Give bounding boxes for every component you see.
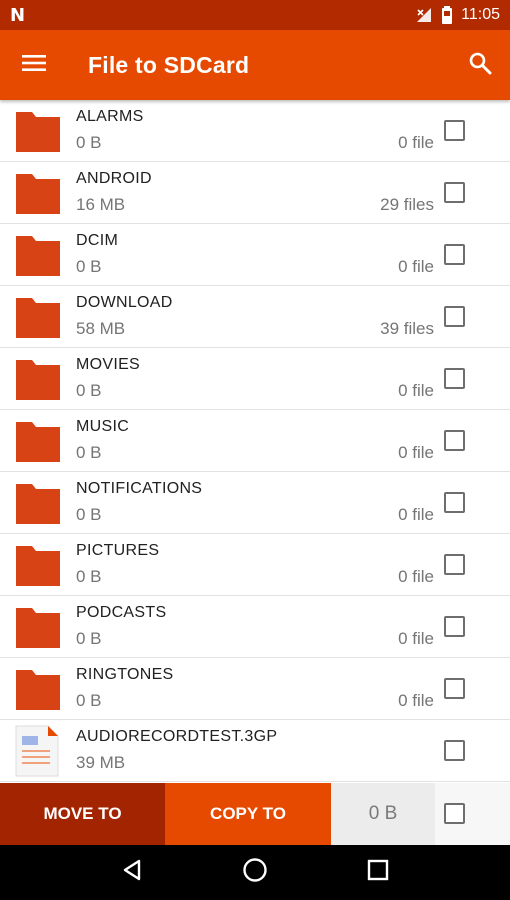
folder-icon: [15, 480, 61, 526]
file-name: MUSIC: [76, 418, 130, 435]
file-size: 39 MB: [76, 753, 126, 772]
file-size: 58 MB: [76, 319, 126, 338]
back-icon: [120, 858, 144, 887]
clock: 11:05: [461, 6, 500, 23]
file-count: 39 files: [380, 319, 434, 338]
list-item[interactable]: AUDIORECORDTEST.3GP 39 MB: [0, 720, 510, 782]
selected-size: 0 B: [331, 783, 435, 845]
select-checkbox[interactable]: [444, 430, 465, 451]
status-bar: N 11:05: [0, 0, 510, 30]
folder-icon: [15, 542, 61, 588]
list-item[interactable]: MOVIES 0 B 0 file: [0, 348, 510, 410]
select-checkbox[interactable]: [444, 182, 465, 203]
no-signal-icon: [415, 6, 433, 24]
copy-to-button[interactable]: COPY TO: [165, 783, 331, 845]
list-item[interactable]: PODCASTS 0 B 0 file: [0, 596, 510, 658]
document-icon: [14, 724, 60, 778]
recents-button[interactable]: [348, 845, 408, 900]
file-size: 0 B: [76, 443, 102, 462]
home-button[interactable]: [225, 845, 285, 900]
file-size: 0 B: [76, 567, 102, 586]
list-item[interactable]: DCIM 0 B 0 file: [0, 224, 510, 286]
file-name: ANDROID: [76, 170, 152, 187]
file-name: PICTURES: [76, 542, 160, 559]
folder-icon: [15, 294, 61, 340]
list-item[interactable]: RINGTONES 0 B 0 file: [0, 658, 510, 720]
notification-logo: N: [10, 4, 26, 26]
file-count: 0 file: [398, 257, 434, 276]
select-checkbox[interactable]: [444, 554, 465, 575]
battery-icon: [441, 6, 453, 24]
file-name: NOTIFICATIONS: [76, 480, 203, 497]
file-size: 0 B: [76, 381, 102, 400]
file-name: RINGTONES: [76, 666, 174, 683]
list-item[interactable]: ALARMS 0 B 0 file: [0, 100, 510, 162]
folder-icon: [15, 170, 61, 216]
action-bar: MOVE TO COPY TO 0 B: [0, 783, 510, 845]
move-to-button[interactable]: MOVE TO: [0, 783, 165, 845]
folder-icon: [15, 108, 61, 154]
folder-icon: [15, 604, 61, 650]
file-name: MOVIES: [76, 356, 141, 373]
file-count: 0 file: [398, 381, 434, 400]
search-button[interactable]: [450, 30, 510, 100]
file-list: ALARMS 0 B 0 file ANDROID 16 MB 29 files…: [0, 100, 510, 783]
select-checkbox[interactable]: [444, 244, 465, 265]
navigation-bar: [0, 845, 510, 900]
select-checkbox[interactable]: [444, 306, 465, 327]
file-name: PODCASTS: [76, 604, 167, 621]
folder-icon: [15, 666, 61, 712]
page-title: File to SDCard: [88, 51, 250, 78]
back-button[interactable]: [102, 845, 162, 900]
file-size: 0 B: [76, 629, 102, 648]
file-name: DCIM: [76, 232, 119, 249]
select-checkbox[interactable]: [444, 740, 465, 761]
file-size: 16 MB: [76, 195, 126, 214]
list-item[interactable]: PICTURES 0 B 0 file: [0, 534, 510, 596]
search-icon: [468, 51, 492, 80]
file-count: 0 file: [398, 133, 434, 152]
list-item[interactable]: ANDROID 16 MB 29 files: [0, 162, 510, 224]
select-all-checkbox[interactable]: [444, 803, 465, 824]
file-count: 0 file: [398, 505, 434, 524]
select-checkbox[interactable]: [444, 120, 465, 141]
file-size: 0 B: [76, 505, 102, 524]
file-size: 0 B: [76, 691, 102, 710]
list-item[interactable]: DOWNLOAD 58 MB 39 files: [0, 286, 510, 348]
select-checkbox[interactable]: [444, 368, 465, 389]
folder-icon: [15, 232, 61, 278]
file-name: AUDIORECORDTEST.3GP: [76, 728, 278, 745]
select-all-area: [435, 783, 510, 845]
app-bar: File to SDCard: [0, 30, 510, 100]
list-item[interactable]: NOTIFICATIONS 0 B 0 file: [0, 472, 510, 534]
folder-icon: [15, 356, 61, 402]
recents-icon: [367, 859, 389, 886]
file-count: 0 file: [398, 629, 434, 648]
file-count: 0 file: [398, 567, 434, 586]
select-checkbox[interactable]: [444, 492, 465, 513]
select-checkbox[interactable]: [444, 678, 465, 699]
file-name: ALARMS: [76, 108, 144, 125]
select-checkbox[interactable]: [444, 616, 465, 637]
folder-icon: [15, 418, 61, 464]
file-count: 0 file: [398, 443, 434, 462]
file-count: 0 file: [398, 691, 434, 710]
hamburger-menu-icon: [22, 54, 46, 77]
file-name: DOWNLOAD: [76, 294, 173, 311]
status-icons: 11:05: [415, 6, 500, 24]
menu-button[interactable]: [0, 30, 68, 100]
list-item[interactable]: MUSIC 0 B 0 file: [0, 410, 510, 472]
home-icon: [242, 857, 268, 888]
file-size: 0 B: [76, 257, 102, 276]
file-count: 29 files: [380, 195, 434, 214]
file-size: 0 B: [76, 133, 102, 152]
